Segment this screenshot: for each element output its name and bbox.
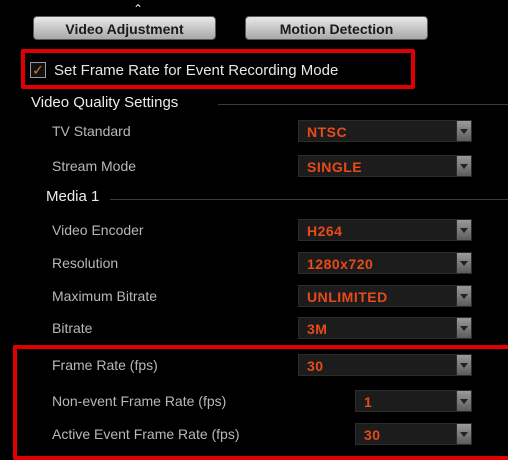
- label-resolution: Resolution: [52, 255, 119, 271]
- label-bitrate: Bitrate: [52, 320, 93, 336]
- select-value: UNLIMITED: [307, 289, 388, 305]
- select-bitrate[interactable]: 3M: [298, 317, 472, 339]
- select-resolution[interactable]: 1280x720: [298, 252, 472, 274]
- chevron-down-icon[interactable]: [456, 121, 471, 141]
- tab-video-adjustment[interactable]: Video Adjustment: [33, 16, 216, 40]
- select-value: 1280x720: [307, 256, 374, 272]
- highlight-box-frame-rates: [13, 345, 508, 460]
- select-tv-standard[interactable]: NTSC: [298, 120, 472, 142]
- tab-bar: ⌃ Video Adjustment Motion Detection: [0, 0, 508, 48]
- select-value: NTSC: [307, 124, 348, 140]
- tab-motion-detection[interactable]: Motion Detection: [245, 16, 428, 40]
- chevron-down-icon[interactable]: [456, 286, 471, 306]
- label-video-encoder: Video Encoder: [52, 222, 144, 238]
- label-stream-mode: Stream Mode: [52, 158, 137, 174]
- select-value: SINGLE: [307, 159, 363, 175]
- select-maximum-bitrate[interactable]: UNLIMITED: [298, 285, 472, 307]
- section-divider: [110, 199, 508, 200]
- section-title-video-quality: Video Quality Settings: [31, 94, 179, 111]
- chevron-down-icon[interactable]: [456, 220, 471, 240]
- section-title-media-1: Media 1: [46, 188, 100, 205]
- select-value: 3M: [307, 321, 328, 337]
- chevron-down-icon[interactable]: [456, 156, 471, 176]
- section-divider: [218, 104, 508, 105]
- select-stream-mode[interactable]: SINGLE: [298, 155, 472, 177]
- chevron-down-icon[interactable]: [456, 253, 471, 273]
- label-tv-standard: TV Standard: [52, 123, 131, 139]
- label-maximum-bitrate: Maximum Bitrate: [52, 288, 158, 304]
- select-video-encoder[interactable]: H264: [298, 219, 472, 241]
- chevron-down-icon[interactable]: [456, 318, 471, 338]
- select-value: H264: [307, 223, 343, 239]
- highlight-box-event-option: [21, 49, 415, 89]
- mouse-cursor-icon: ⌃: [133, 2, 144, 16]
